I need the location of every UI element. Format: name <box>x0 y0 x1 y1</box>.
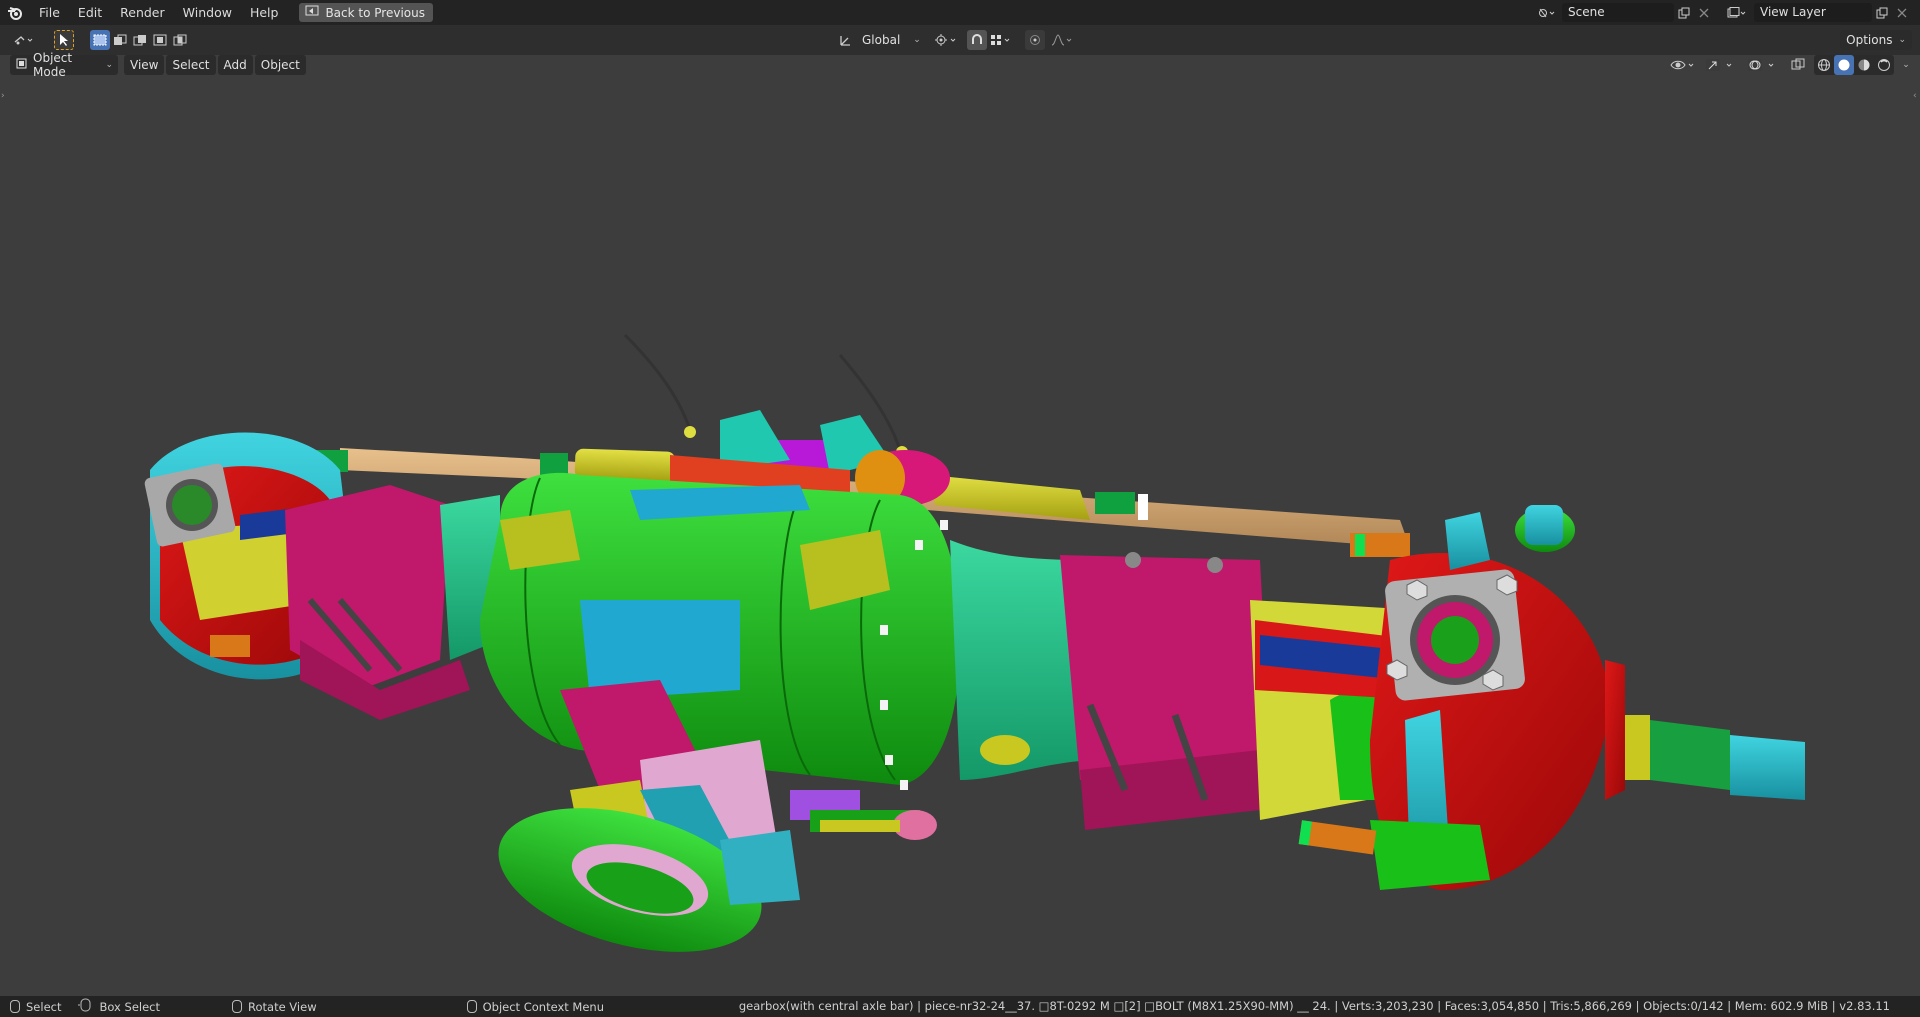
menu-window[interactable]: Window <box>174 0 241 25</box>
status-rotate-view-label: Rotate View <box>248 999 317 1014</box>
solid-shading-icon[interactable] <box>1834 55 1854 75</box>
snap-toggle-icon[interactable] <box>966 30 987 50</box>
drag-mouse-icon <box>77 998 93 1015</box>
selection-mode-group <box>90 30 190 50</box>
select-intersect-icon[interactable] <box>170 30 190 50</box>
transform-controls: Global ⌄ <box>836 30 1077 50</box>
viewport-header-right: ⌄ <box>1668 55 1912 75</box>
menu-help[interactable]: Help <box>241 0 288 25</box>
tool-header: Global ⌄ Options ⌄ <box>0 25 1920 55</box>
rendered-shading-icon[interactable] <box>1874 55 1894 75</box>
scene-statistics: gearbox(with central axle bar) | piece-n… <box>738 999 1890 1013</box>
status-bar: Select Box Select Rotate View Object Con… <box>0 996 1920 1017</box>
view-menu[interactable]: View <box>124 55 165 75</box>
menu-file[interactable]: File <box>30 0 69 25</box>
scene-browse-icon[interactable] <box>1534 3 1560 22</box>
status-context-menu-label: Object Context Menu <box>482 999 604 1014</box>
visibility-filter-icon[interactable] <box>1668 55 1698 75</box>
status-context-menu: Object Context Menu <box>317 1000 604 1014</box>
shading-mode-group <box>1814 55 1894 75</box>
transform-orientation-dropdown[interactable]: Global ⌄ <box>860 30 923 50</box>
select-extend-icon[interactable] <box>110 30 130 50</box>
topbar-right: Scene View Layer <box>1534 0 1920 25</box>
status-select: Select <box>0 1000 61 1014</box>
select-new-icon[interactable] <box>90 30 110 50</box>
menu-edit[interactable]: Edit <box>69 0 111 25</box>
main-menu: File Edit Render Window Help <box>30 0 287 25</box>
screen-back-icon <box>305 5 319 20</box>
view-layer-name-field[interactable]: View Layer <box>1754 3 1872 22</box>
menu-render[interactable]: Render <box>111 0 174 25</box>
new-scene-icon[interactable] <box>1674 3 1694 22</box>
add-menu[interactable]: Add <box>217 55 253 75</box>
transform-orientation-label: Global <box>862 33 901 47</box>
object-mode-icon <box>15 57 28 73</box>
gizmo-toggle-icon[interactable] <box>1704 55 1740 75</box>
top-bar: File Edit Render Window Help Back to Pre… <box>0 0 1920 25</box>
right-mouse-icon <box>466 1000 477 1013</box>
select-subtract-icon[interactable] <box>130 30 150 50</box>
viewport-header: Object Mode ⌄ View Select Add Object ⌄ <box>0 51 1920 79</box>
proportional-falloff-icon[interactable] <box>1049 30 1077 50</box>
object-mode-dropdown[interactable]: Object Mode ⌄ <box>10 51 118 79</box>
wireframe-shading-icon[interactable] <box>1814 55 1834 75</box>
overlays-toggle-icon[interactable] <box>1746 55 1782 75</box>
status-rotate-view: Rotate View <box>160 1000 317 1014</box>
chevron-down-icon: ⌄ <box>1898 35 1906 45</box>
proportional-edit-icon[interactable] <box>1024 30 1045 50</box>
material-preview-icon[interactable] <box>1854 55 1874 75</box>
3d-viewport[interactable]: › ‹ <box>0 75 1920 996</box>
scene-name-field[interactable]: Scene <box>1562 3 1674 22</box>
back-to-previous-button[interactable]: Back to Previous <box>299 3 433 22</box>
status-box-select: Box Select <box>61 998 160 1015</box>
delete-view-layer-icon[interactable] <box>1892 3 1912 22</box>
select-invert-icon[interactable] <box>150 30 170 50</box>
snap-element-icon[interactable] <box>987 30 1015 50</box>
delete-scene-icon[interactable] <box>1694 3 1714 22</box>
options-dropdown[interactable]: Options ⌄ <box>1840 30 1912 50</box>
left-mouse-icon <box>10 1000 20 1013</box>
editor-type-icon[interactable] <box>10 30 38 50</box>
select-tool-icon[interactable] <box>54 30 74 50</box>
status-select-label: Select <box>26 999 62 1014</box>
snapping-group <box>966 30 1015 50</box>
chevron-down-icon: ⌄ <box>913 35 921 45</box>
middle-mouse-icon <box>232 1000 242 1013</box>
blender-logo-icon[interactable] <box>0 0 30 25</box>
back-to-previous-label: Back to Previous <box>325 5 425 20</box>
chevron-down-icon: ⌄ <box>105 60 113 70</box>
status-box-select-label: Box Select <box>99 999 160 1014</box>
select-menu[interactable]: Select <box>166 55 216 75</box>
xray-toggle-icon[interactable] <box>1788 55 1808 75</box>
shading-options-chevron-icon[interactable]: ⌄ <box>1900 55 1912 75</box>
options-label: Options <box>1846 33 1893 47</box>
gearbox-model[interactable] <box>0 75 1920 996</box>
object-menu[interactable]: Object <box>254 55 306 75</box>
view-layer-browse-icon[interactable] <box>1722 3 1752 22</box>
pivot-point-icon[interactable] <box>933 30 959 50</box>
transform-orientation-icon <box>836 30 856 50</box>
new-view-layer-icon[interactable] <box>1872 3 1892 22</box>
